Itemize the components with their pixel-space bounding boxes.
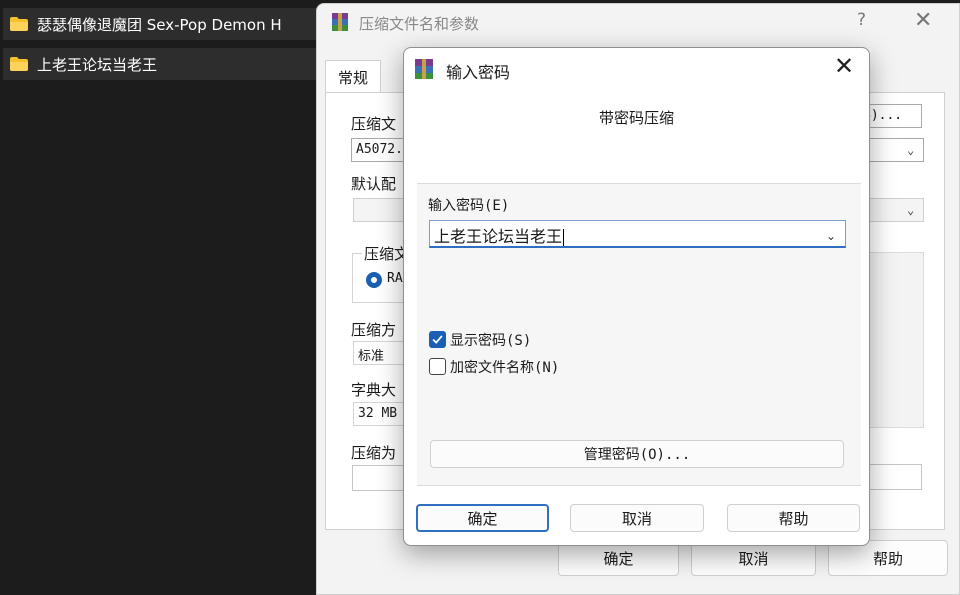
password-input[interactable]: 上老王论坛当老王	[429, 220, 846, 248]
split-select[interactable]	[352, 465, 406, 491]
modal-help-button[interactable]: 帮助	[727, 504, 860, 532]
winrar-icon	[415, 59, 433, 79]
profile-select[interactable]	[353, 198, 406, 222]
archive-name-label: 压缩文	[351, 115, 397, 133]
dict-label: 字典大	[351, 381, 397, 399]
password-dialog: 输入密码 ✕ 带密码压缩 输入密码(E) 上老王论坛当老王 ⌄ 显示密码(S) …	[403, 47, 870, 546]
tab-general[interactable]: 常规	[325, 60, 381, 92]
dict-select[interactable]: 32 MB	[353, 402, 406, 426]
show-password-label: 显示密码(S)	[450, 333, 532, 349]
list-item-folder[interactable]: 上老王论坛当老王	[3, 48, 319, 80]
modal-title: 输入密码	[446, 63, 511, 82]
help-icon[interactable]: ?	[857, 10, 866, 30]
method-label: 压缩方	[351, 321, 397, 339]
modal-cancel-button[interactable]: 取消	[570, 504, 704, 532]
folder-label: 瑟瑟偶像退魔团 Sex-Pop Demon H	[37, 15, 282, 34]
close-icon[interactable]: ✕	[834, 52, 854, 80]
rar-radio[interactable]	[366, 272, 382, 288]
manage-passwords-button[interactable]: 管理密码(O)...	[430, 440, 844, 468]
text-caret	[563, 229, 565, 246]
modal-ok-button[interactable]: 确定	[416, 504, 549, 532]
password-value: 上老王论坛当老王	[434, 227, 563, 246]
winrar-icon	[332, 13, 348, 31]
password-label: 输入密码(E)	[428, 198, 510, 214]
list-item-folder[interactable]: 瑟瑟偶像退魔团 Sex-Pop Demon H	[3, 8, 319, 40]
encrypt-names-label: 加密文件名称(N)	[450, 360, 560, 376]
profile-label: 默认配	[351, 175, 397, 193]
method-select[interactable]: 标准	[353, 341, 406, 365]
folder-label: 上老王论坛当老王	[37, 55, 158, 74]
split-label: 压缩为	[351, 444, 397, 462]
close-icon[interactable]: ✕	[914, 8, 932, 33]
chevron-down-icon: ⌄	[907, 203, 915, 217]
modal-titlebar: 输入密码 ✕	[404, 48, 869, 90]
folder-icon	[10, 17, 28, 31]
encrypt-names-checkbox[interactable]	[429, 358, 446, 375]
archive-options-box	[868, 252, 924, 428]
show-password-checkbox[interactable]	[429, 331, 446, 348]
check-icon	[432, 335, 443, 344]
parent-window-title: 压缩文件名和参数	[359, 15, 480, 33]
chevron-down-icon[interactable]: ⌄	[826, 229, 836, 243]
archive-name-field[interactable]: A5072.	[351, 138, 406, 162]
rar-radio-label: RA	[387, 271, 403, 286]
folder-icon	[10, 57, 28, 71]
parent-titlebar: 压缩文件名和参数 ? ✕	[317, 4, 959, 44]
chevron-down-icon: ⌄	[907, 143, 915, 157]
modal-heading: 带密码压缩	[598, 109, 674, 127]
